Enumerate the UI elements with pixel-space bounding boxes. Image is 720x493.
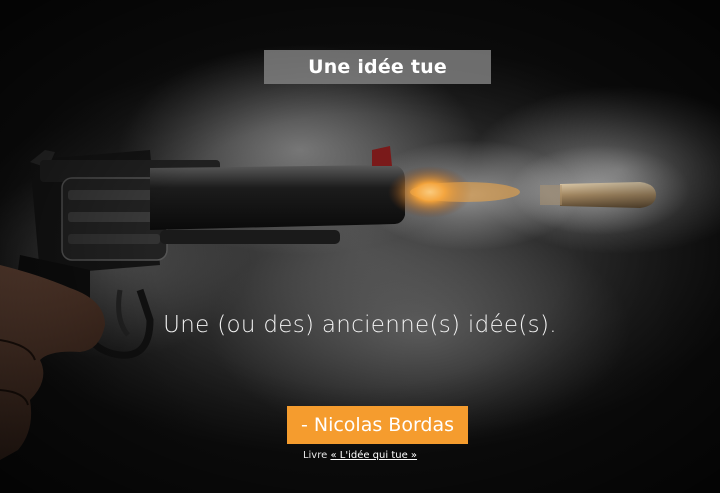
title-banner: Une idée tue [264,50,491,84]
book-link[interactable]: « L'idée qui tue » [330,450,417,461]
source-line: Livre « L'idée qui tue » [0,450,720,461]
quote-poster: Une idée tue Une (ou des) ancienne(s) id… [0,0,720,493]
author-name: - Nicolas Bordas [300,414,455,436]
page-title: Une idée tue [308,56,447,78]
source-prefix: Livre [302,450,328,461]
quote-text: Une (ou des) ancienne(s) idée(s). [163,312,557,338]
author-badge: - Nicolas Bordas [287,406,468,444]
